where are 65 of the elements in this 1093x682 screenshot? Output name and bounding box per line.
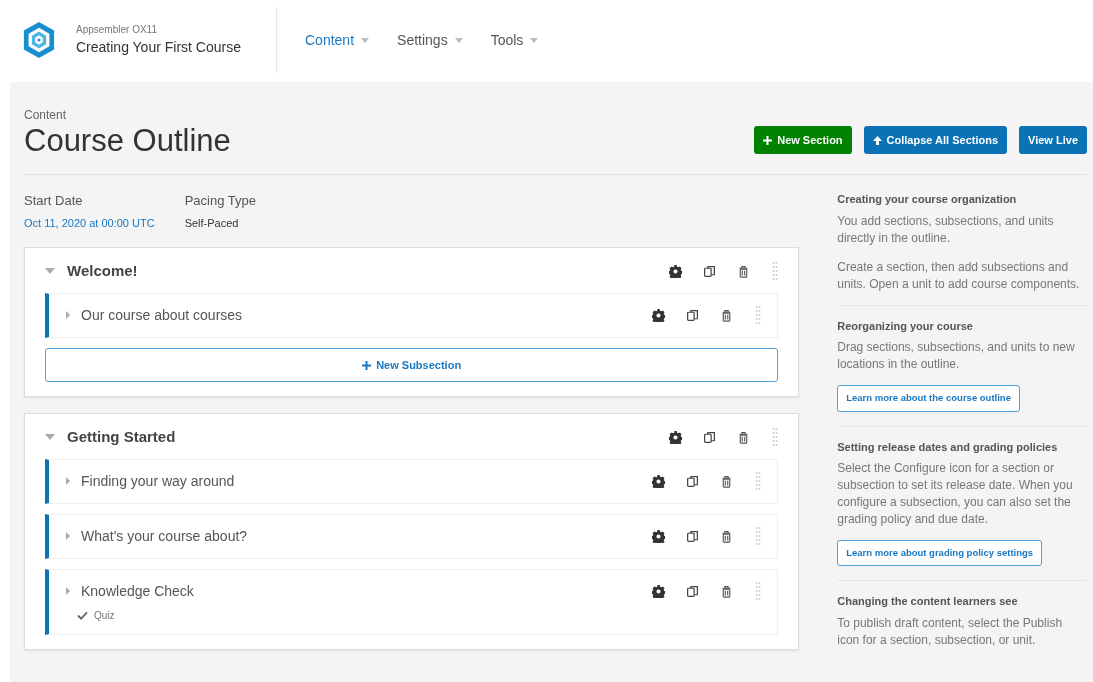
settings-icon[interactable] — [652, 474, 666, 488]
delete-icon[interactable] — [720, 584, 734, 598]
subsection-title[interactable]: Finding your way around — [81, 470, 235, 492]
arrow-up-icon — [872, 135, 882, 145]
caret-down-icon — [530, 37, 539, 43]
plus-icon — [763, 135, 773, 145]
action-button[interactable]: New Section — [754, 125, 852, 155]
page-title: Course Outline — [24, 124, 231, 159]
delete-icon[interactable] — [737, 264, 751, 278]
caret-down-icon — [454, 37, 463, 43]
help-heading: Changing the content learners see — [837, 594, 1019, 610]
help-link-button[interactable]: Learn more about the course outline — [837, 385, 1020, 412]
new-subsection-button[interactable]: New Subsection — [45, 347, 779, 383]
action-button[interactable]: View Live — [1019, 125, 1087, 155]
detail-value: Self-Paced — [184, 215, 240, 231]
detail-label: Pacing Type — [184, 192, 256, 211]
delete-icon[interactable] — [720, 529, 734, 543]
subsection-title[interactable]: Knowledge Check — [81, 580, 194, 602]
drag-handle-icon[interactable] — [755, 471, 762, 492]
nav-menu[interactable]: Tools — [490, 29, 539, 51]
drag-handle-icon[interactable] — [755, 305, 762, 326]
settings-icon[interactable] — [669, 430, 683, 444]
breadcrumb-text: Content — [24, 107, 68, 124]
organization-name: Appsembler OX11 — [76, 23, 158, 37]
help-text: Drag sections, subsections, and units to new locations in the outline. — [837, 339, 1076, 374]
help-text: Select the Configure icon for a section or subsection to set its release date. When you configure a subsection, you can also set the grading policy and due date. — [837, 460, 1074, 529]
delete-icon[interactable] — [737, 430, 751, 444]
unit-type-label: Quiz — [94, 608, 115, 623]
nav-menu[interactable]: Settings — [397, 29, 463, 51]
drag-handle-icon[interactable] — [755, 581, 762, 602]
help-text: You add sections, subsections, and units directly in the outline. — [837, 212, 1055, 247]
subsection-title[interactable]: Our course about courses — [81, 304, 243, 326]
help-heading: Creating your course organization — [837, 192, 1018, 208]
nav-menu[interactable]: Content — [305, 29, 370, 51]
drag-handle-icon[interactable] — [755, 526, 762, 547]
duplicate-icon[interactable] — [686, 474, 700, 488]
action-button[interactable]: Collapse All Sections — [863, 125, 1008, 155]
detail-link[interactable]: Oct 11, 2020 at 00:00 UTC — [24, 214, 155, 232]
settings-icon[interactable] — [669, 264, 683, 278]
plus-icon — [362, 360, 372, 370]
section-title[interactable]: Getting Started — [67, 426, 176, 449]
hexagon-logo-icon[interactable] — [22, 20, 56, 60]
settings-icon[interactable] — [652, 529, 666, 543]
help-link-button[interactable]: Learn more about grading policy settings — [837, 540, 1043, 567]
duplicate-icon[interactable] — [686, 584, 700, 598]
help-heading: Setting release dates and grading policies — [837, 439, 1059, 455]
duplicate-icon[interactable] — [686, 529, 700, 543]
duplicate-icon[interactable] — [703, 430, 717, 444]
drag-handle-icon[interactable] — [772, 427, 779, 448]
check-icon — [77, 610, 88, 620]
drag-handle-icon[interactable] — [772, 261, 779, 282]
course-name: Creating Your First Course — [76, 38, 241, 57]
delete-icon[interactable] — [720, 308, 734, 322]
duplicate-icon[interactable] — [703, 264, 717, 278]
detail-label: Start Date — [24, 192, 84, 211]
subsection-title[interactable]: What's your course about? — [81, 525, 248, 547]
help-heading: Reorganizing your course — [837, 318, 974, 334]
help-text: To publish draft content, select the Publish icon for a section, subsection, or unit. — [837, 614, 1064, 649]
caret-down-icon — [361, 37, 370, 43]
duplicate-icon[interactable] — [686, 308, 700, 322]
settings-icon[interactable] — [652, 308, 666, 322]
settings-icon[interactable] — [652, 584, 666, 598]
section-title[interactable]: Welcome! — [67, 260, 138, 283]
delete-icon[interactable] — [720, 474, 734, 488]
help-text: Create a section, then add subsections and units. Open a unit to add course components. — [837, 258, 1081, 293]
